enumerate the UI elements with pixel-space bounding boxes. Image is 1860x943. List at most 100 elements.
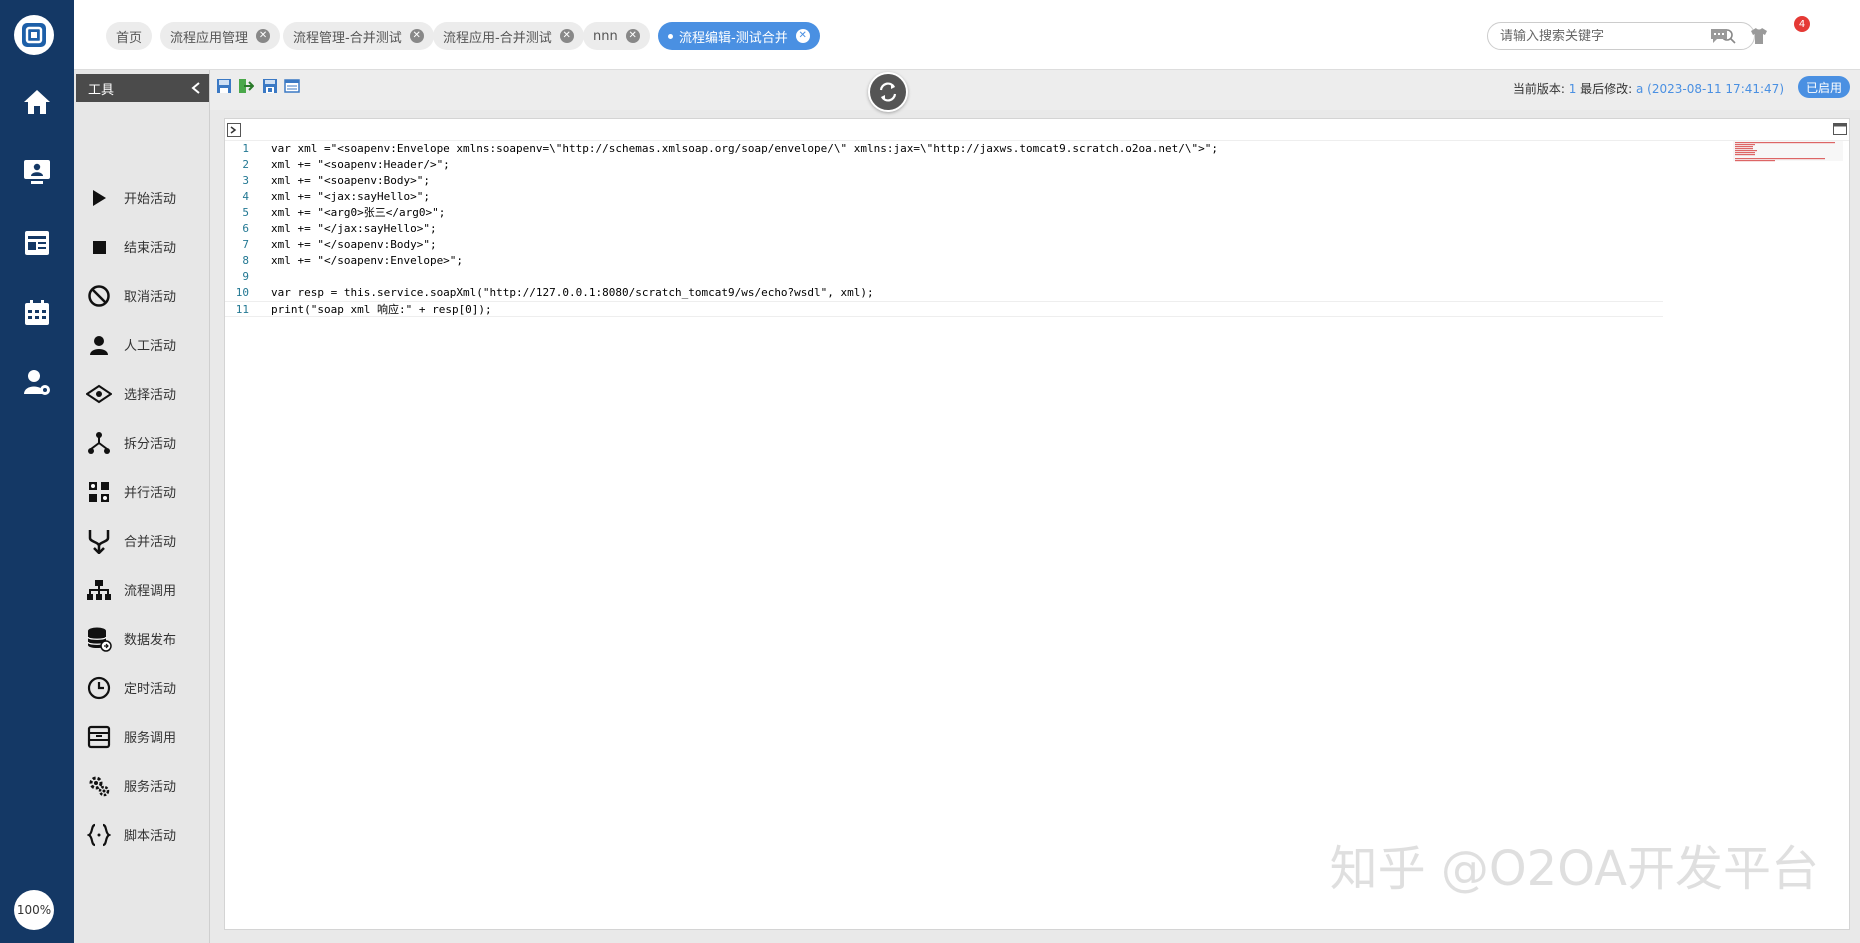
database-icon — [86, 626, 112, 652]
tool-parallel-activity[interactable]: 并行活动 — [74, 467, 210, 516]
zoom-level[interactable]: 100% — [14, 890, 54, 930]
nav-home[interactable] — [0, 77, 74, 127]
document-list-icon — [25, 231, 49, 255]
editor-toolbar: 当前版本: 1 最后修改: a (2023-08-11 17:41:47) 已启… — [210, 70, 1860, 112]
window-icon[interactable] — [284, 78, 300, 94]
watermark: 知乎 @O2OA开发平台 — [1329, 841, 1819, 897]
close-icon[interactable]: ✕ — [409, 29, 424, 43]
nav-portal[interactable] — [0, 147, 74, 197]
code-minimap[interactable] — [1733, 141, 1843, 165]
play-icon — [86, 185, 112, 211]
tool-label: 定时活动 — [124, 682, 177, 697]
enabled-status-button[interactable]: 已启用 — [1797, 76, 1850, 98]
tab-label: 流程管理-合并测试 — [293, 30, 402, 46]
tool-label: 服务调用 — [124, 731, 177, 746]
tool-script-activity[interactable]: 脚本活动 — [74, 810, 210, 859]
script-editor[interactable]: 1 var xml ="<soapenv:Envelope xmlns:soap… — [224, 118, 1850, 930]
line-number: 9 — [242, 270, 249, 283]
close-icon[interactable]: ✕ — [795, 29, 810, 43]
tools-header: 工具 — [76, 74, 209, 102]
export-icon[interactable] — [238, 78, 254, 94]
tool-label: 人工活动 — [124, 339, 177, 354]
sync-button[interactable] — [868, 72, 908, 112]
tool-service-activity[interactable]: 服务活动 — [74, 761, 210, 810]
tool-label: 选择活动 — [124, 388, 177, 403]
nav-user-settings[interactable] — [0, 358, 74, 408]
person-icon — [86, 332, 112, 358]
line-number: 5 — [242, 206, 249, 219]
code-text: xml += "<soapenv:Body>"; — [271, 174, 430, 187]
maximize-icon[interactable] — [1833, 123, 1847, 135]
tool-split-activity[interactable]: 拆分活动 — [74, 418, 210, 467]
tab-home[interactable]: 首页 — [106, 22, 153, 50]
tab-process-app-manage[interactable]: 流程应用管理 ✕ — [160, 22, 281, 50]
tool-label: 开始活动 — [124, 192, 177, 207]
nav-calendar[interactable] — [0, 288, 74, 338]
nav-documents[interactable] — [0, 218, 74, 268]
tab-label: 流程编辑-测试合并 — [679, 30, 788, 46]
active-dot-icon — [668, 33, 673, 39]
line-number: 6 — [242, 222, 249, 235]
split-icon — [86, 430, 112, 456]
code-text: xml += "<arg0>张三</arg0>"; — [271, 206, 446, 219]
collapse-chevron-icon[interactable] — [191, 82, 201, 94]
monitor-user-icon — [24, 160, 50, 184]
code-line: 5 xml += "<arg0>张三</arg0>"; — [225, 205, 1725, 221]
line-number: 4 — [242, 190, 249, 203]
sitemap-icon — [86, 577, 112, 603]
close-icon[interactable]: ✕ — [625, 29, 640, 43]
tab-process-app-merge-test[interactable]: 流程应用-合并测试 ✕ — [433, 22, 584, 50]
tool-label: 并行活动 — [124, 486, 177, 501]
code-text: xml += "</soapenv:Envelope>"; — [271, 254, 464, 267]
code-line: 9 — [225, 269, 1725, 285]
message-icon[interactable] — [1710, 28, 1728, 44]
modified-label: 最后修改: — [1576, 82, 1637, 96]
close-icon[interactable]: ✕ — [256, 29, 271, 43]
tool-cancel-activity[interactable]: 取消活动 — [74, 271, 210, 320]
tool-label: 合并活动 — [124, 535, 177, 550]
tool-manual-activity[interactable]: 人工活动 — [74, 320, 210, 369]
tool-service-call[interactable]: 服务调用 — [74, 712, 210, 761]
tool-choice-activity[interactable]: 选择活动 — [74, 369, 210, 418]
tool-label: 流程调用 — [124, 584, 177, 599]
logo-icon — [22, 23, 46, 47]
braces-icon — [86, 822, 112, 848]
code-line: 4 xml += "<jax:sayHello>"; — [225, 189, 1725, 205]
modified-value: a (2023-08-11 17:41:47) — [1636, 82, 1784, 96]
save-as-icon[interactable] — [262, 78, 278, 94]
tool-process-call[interactable]: 流程调用 — [74, 565, 210, 614]
tool-start-activity[interactable]: 开始活动 — [74, 173, 210, 222]
save-icon[interactable] — [216, 78, 232, 94]
tool-end-activity[interactable]: 结束活动 — [74, 222, 210, 271]
editor-header — [225, 119, 1849, 141]
app-logo[interactable] — [14, 15, 54, 55]
tool-label: 脚本活动 — [124, 829, 177, 844]
tool-label: 拆分活动 — [124, 437, 177, 452]
tool-label: 数据发布 — [124, 633, 177, 648]
version-label: 当前版本: — [1512, 82, 1569, 96]
search-input[interactable] — [1500, 28, 1720, 44]
tool-label: 服务活动 — [124, 780, 177, 795]
tab-process-manage-merge-test[interactable]: 流程管理-合并测试 ✕ — [283, 22, 434, 50]
tool-data-publish[interactable]: 数据发布 — [74, 614, 210, 663]
code-line: 6 xml += "</jax:sayHello>"; — [225, 221, 1725, 237]
tab-label: 流程应用管理 — [170, 30, 249, 46]
code-area[interactable]: 1 var xml ="<soapenv:Envelope xmlns:soap… — [225, 141, 1725, 317]
choice-eye-icon — [86, 381, 112, 407]
line-number: 2 — [242, 158, 249, 171]
line-number: 3 — [242, 174, 249, 187]
tab-process-edit-merge-test[interactable]: 流程编辑-测试合并 ✕ — [658, 22, 820, 50]
code-line: 1 var xml ="<soapenv:Envelope xmlns:soap… — [225, 141, 1725, 157]
version-info: 当前版本: 1 最后修改: a (2023-08-11 17:41:47) — [1513, 80, 1784, 97]
close-icon[interactable]: ✕ — [559, 29, 574, 43]
tool-merge-activity[interactable]: 合并活动 — [74, 516, 210, 565]
ban-icon — [86, 283, 112, 309]
code-text: xml += "<soapenv:Header/>"; — [271, 158, 450, 171]
archive-box-icon — [86, 724, 112, 750]
code-text: xml += "</jax:sayHello>"; — [271, 222, 437, 235]
skin-shirt-icon[interactable] — [1750, 27, 1768, 45]
code-text: var xml ="<soapenv:Envelope xmlns:soapen… — [271, 142, 1219, 155]
terminal-icon[interactable] — [227, 123, 241, 137]
tab-nnn[interactable]: nnn ✕ — [583, 22, 650, 50]
tool-timer-activity[interactable]: 定时活动 — [74, 663, 210, 712]
